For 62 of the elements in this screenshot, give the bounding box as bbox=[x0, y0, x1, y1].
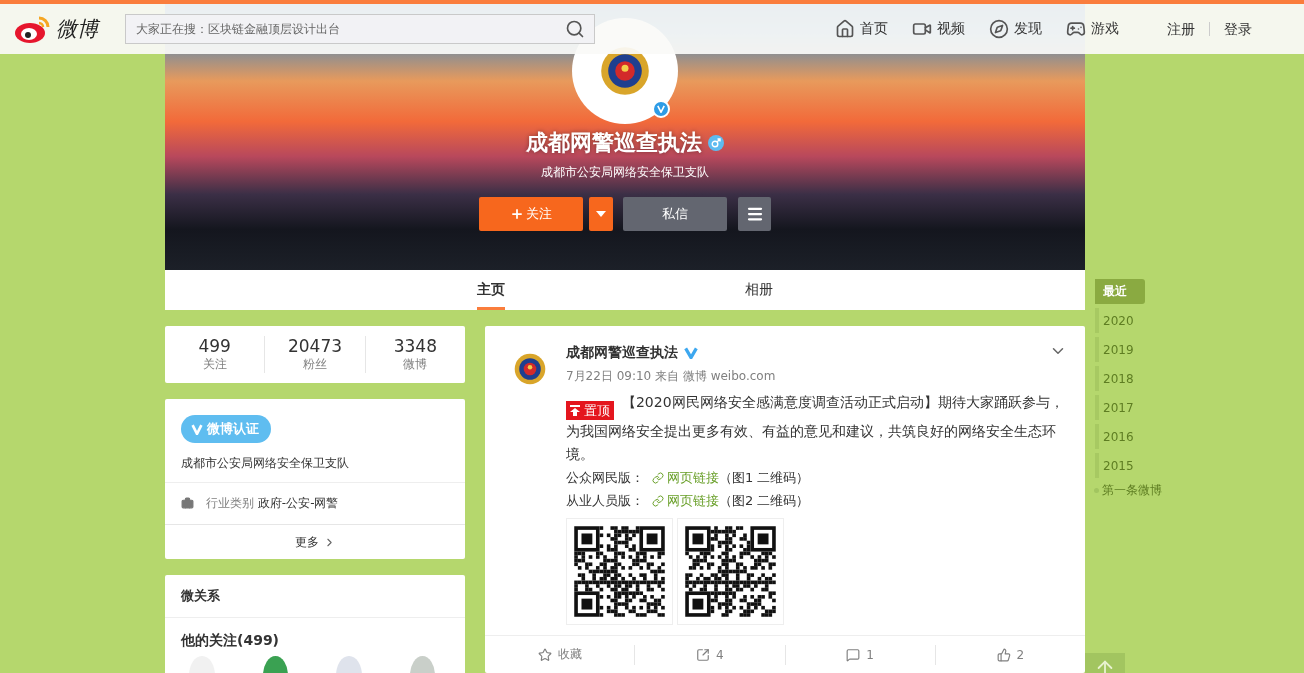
logo-icon[interactable] bbox=[14, 14, 52, 44]
link-note: （图2 二维码） bbox=[718, 492, 810, 510]
following-title[interactable]: 他的关注(499) bbox=[165, 618, 465, 656]
author-name[interactable]: 成都网警巡查执法 bbox=[565, 344, 678, 362]
web-link[interactable]: 网页链接 bbox=[651, 466, 719, 489]
profile-tab[interactable]: 相册 bbox=[745, 270, 773, 310]
link-label: 公众网民版： bbox=[565, 469, 644, 487]
menu-button[interactable] bbox=[738, 197, 771, 231]
post-action[interactable]: 4 bbox=[634, 644, 785, 665]
message-button[interactable]: 私信 bbox=[623, 197, 727, 231]
profile-tab[interactable]: 主页 bbox=[477, 270, 505, 310]
auth-link[interactable]: 登录 bbox=[1209, 22, 1266, 36]
caret-icon bbox=[596, 211, 606, 217]
link-icon bbox=[651, 494, 664, 507]
search-icon[interactable] bbox=[565, 19, 585, 39]
link-label: 从业人员版： bbox=[565, 492, 644, 510]
timeline-item[interactable]: 2016 bbox=[1095, 424, 1145, 449]
timeline-item[interactable]: 2015 bbox=[1095, 453, 1145, 478]
profile-description: 成都市公安局网络安全保卫支队 bbox=[541, 164, 709, 181]
stat-count[interactable]: 20473 bbox=[287, 336, 343, 356]
dropdown-button[interactable] bbox=[589, 197, 613, 231]
share-icon bbox=[696, 647, 711, 662]
post-action[interactable]: 收藏 bbox=[485, 644, 635, 665]
nav-link[interactable]: 视频 bbox=[912, 19, 965, 39]
post-action[interactable]: 1 bbox=[784, 644, 935, 665]
home-icon bbox=[835, 19, 855, 39]
card-title: 微关系 bbox=[165, 575, 465, 618]
link-note: （图1 二维码） bbox=[718, 469, 810, 487]
follow-button[interactable]: 关注 bbox=[479, 197, 583, 231]
comment-icon bbox=[846, 647, 861, 662]
search-field[interactable]: 大家正在搜：区块链金融顶层设计出台 bbox=[125, 14, 595, 44]
discover-icon bbox=[989, 19, 1009, 39]
verification-badge: 微博认证 bbox=[181, 415, 271, 443]
stat-count[interactable]: 3348 bbox=[393, 336, 437, 356]
briefcase-icon bbox=[181, 497, 194, 510]
thumbs-up-icon bbox=[996, 647, 1011, 662]
timeline-first-link[interactable]: 第一条微博 bbox=[1094, 482, 1162, 499]
timeline-item[interactable]: 2017 bbox=[1095, 395, 1145, 420]
auth-link[interactable]: 注册 bbox=[1153, 22, 1209, 36]
nav-link[interactable]: 首页 bbox=[835, 19, 888, 39]
stat-count[interactable]: 499 bbox=[198, 336, 231, 356]
nav-link[interactable]: 游戏 bbox=[1066, 19, 1119, 39]
game-icon bbox=[1066, 19, 1086, 39]
plus-icon bbox=[510, 207, 524, 221]
stat-label: 关注 bbox=[202, 356, 227, 373]
stat-label: 微博 bbox=[403, 356, 428, 373]
menu-icon bbox=[745, 205, 764, 223]
timeline-item[interactable]: 2020 bbox=[1095, 308, 1145, 333]
industry-text: 行业类别 政府-公安-网警 bbox=[206, 495, 339, 512]
timeline-item[interactable]: 2018 bbox=[1095, 366, 1145, 391]
male-icon bbox=[708, 135, 724, 151]
post-text: 置顶 【2020网民网络安全感满意度调查活动正式启动】期待大家踊跃参与，为我国网络安全提出更多有效、有益的意见和建议，共筑良好的网络安全生态环境。 bbox=[565, 393, 1065, 464]
web-link[interactable]: 网页链接 bbox=[651, 489, 719, 512]
star-icon bbox=[537, 647, 552, 662]
stat-label: 粉丝 bbox=[303, 356, 327, 373]
more-link[interactable]: 更多 bbox=[165, 524, 465, 559]
verification-text: 成都市公安局网络安全保卫支队 bbox=[181, 455, 349, 472]
profile-name: 成都网警巡查执法 bbox=[526, 129, 702, 157]
post-meta: 7月22日 09:10 来自 微博 weibo.com bbox=[565, 368, 777, 385]
timeline-item[interactable]: 2019 bbox=[1095, 337, 1145, 362]
link-icon bbox=[651, 471, 664, 484]
nav-link[interactable]: 发现 bbox=[989, 19, 1042, 39]
